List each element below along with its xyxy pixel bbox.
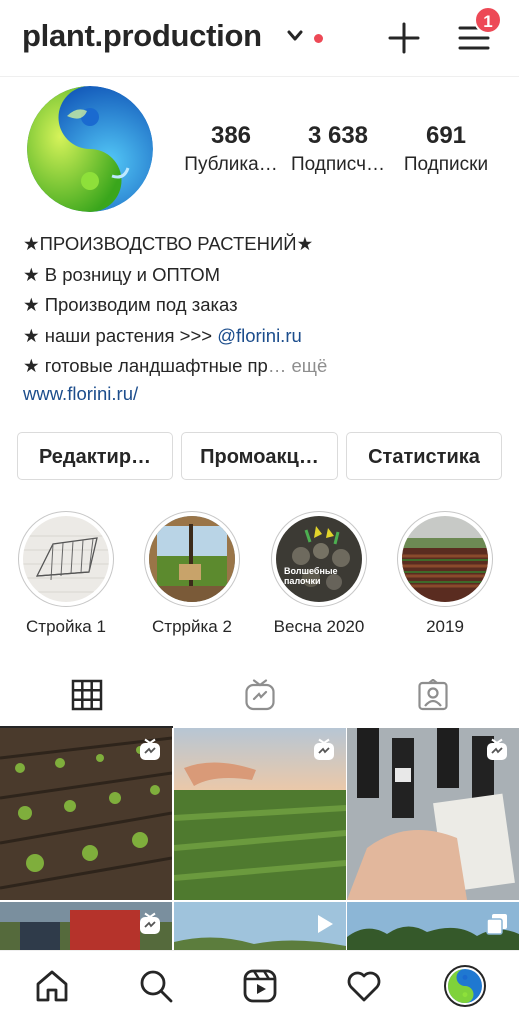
highlight-item[interactable]: 2019 (396, 511, 494, 637)
highlight-item[interactable]: Стройка 1 (17, 511, 115, 637)
grid-icon (71, 679, 103, 711)
chevron-down-icon[interactable] (287, 30, 303, 42)
tab-grid[interactable] (0, 662, 173, 728)
highlight-cover: Волшебные палочки (276, 516, 362, 602)
notification-badge: 1 (474, 6, 502, 34)
tab-igtv[interactable] (173, 662, 346, 728)
stat-posts[interactable]: 386 Публика… (183, 122, 279, 176)
avatar-thumb (448, 969, 482, 1003)
stat-followers[interactable]: 3 638 Подписч… (290, 122, 386, 176)
highlight-overlay-text: Волшебные палочки (284, 566, 338, 586)
bio-line: ★ наши растения >>> @florini.ru (23, 321, 327, 352)
highlight-cover (402, 516, 488, 602)
promotions-button[interactable]: Промоакц… (181, 432, 338, 480)
posts-count: 386 (210, 122, 252, 149)
reels-icon[interactable] (242, 968, 278, 1004)
tab-tagged[interactable] (346, 662, 519, 728)
highlight-item[interactable]: Стррйка 2 (143, 511, 241, 637)
more-link[interactable]: … ещё (268, 355, 327, 376)
bio-text: ★ наши растения >>> (23, 324, 218, 346)
highlight-item[interactable]: Волшебные палочки Весна 2020 (270, 511, 368, 637)
post-thumbnail[interactable] (347, 902, 519, 950)
website-link[interactable]: www.florini.ru/ (23, 382, 327, 406)
highlight-label: Весна 2020 (273, 617, 365, 636)
profile-avatar[interactable] (27, 86, 153, 212)
followers-count: 3 638 (307, 122, 369, 149)
highlight-cover (23, 516, 109, 602)
highlight-cover (149, 516, 235, 602)
mention-link[interactable]: @florini.ru (217, 325, 302, 346)
posts-grid (0, 728, 519, 950)
bio-text: ★ готовые ландшафтные пр (23, 355, 268, 376)
heart-icon[interactable] (346, 968, 382, 1004)
post-thumbnail[interactable] (0, 728, 172, 900)
profile-name: ★ПРОИЗВОДСТВО РАСТЕНИЙ★ (23, 233, 314, 254)
profile-nav-avatar[interactable] (444, 965, 486, 1007)
posts-label: Публика… (184, 154, 278, 175)
following-count: 691 (425, 122, 467, 149)
igtv-badge-icon (140, 912, 160, 934)
highlight-label: Стррйка 2 (152, 617, 232, 636)
edit-profile-button[interactable]: Редактир… (17, 432, 173, 480)
reel-badge-icon (318, 915, 333, 933)
highlight-label: 2019 (426, 617, 464, 636)
top-bar: plant.production 1 (0, 0, 519, 77)
search-icon[interactable] (138, 968, 174, 1004)
bio-line: ★ готовые ландшафтные пр… ещё (23, 351, 327, 382)
tagged-icon (418, 679, 448, 711)
bio-line: ★ Производим под заказ (23, 294, 238, 315)
igtv-badge-icon (140, 738, 160, 760)
profile-bio: ★ПРОИЗВОДСТВО РАСТЕНИЙ★ ★ В розницу и ОП… (23, 229, 327, 406)
post-thumbnail[interactable] (0, 902, 172, 950)
igtv-badge-icon (314, 738, 334, 760)
bio-line: ★ В розницу и ОПТОМ (23, 263, 221, 285)
post-thumbnail[interactable] (347, 728, 519, 900)
unread-dot (314, 34, 323, 43)
profile-tabs (0, 662, 519, 728)
followers-label: Подписч… (291, 154, 385, 175)
post-thumbnail[interactable] (174, 728, 346, 900)
post-thumbnail[interactable] (174, 902, 346, 950)
bottom-nav (0, 950, 519, 1025)
username-switcher[interactable]: plant.production (22, 18, 262, 54)
home-icon[interactable] (34, 968, 70, 1004)
highlight-label: Стройка 1 (26, 617, 106, 636)
insights-button[interactable]: Статистика (346, 432, 502, 480)
carousel-badge-icon (486, 914, 507, 935)
igtv-badge-icon (487, 738, 507, 760)
new-post-icon[interactable] (386, 20, 422, 56)
following-label: Подписки (403, 154, 489, 175)
stat-following[interactable]: 691 Подписки (398, 122, 494, 176)
igtv-icon (245, 679, 275, 711)
